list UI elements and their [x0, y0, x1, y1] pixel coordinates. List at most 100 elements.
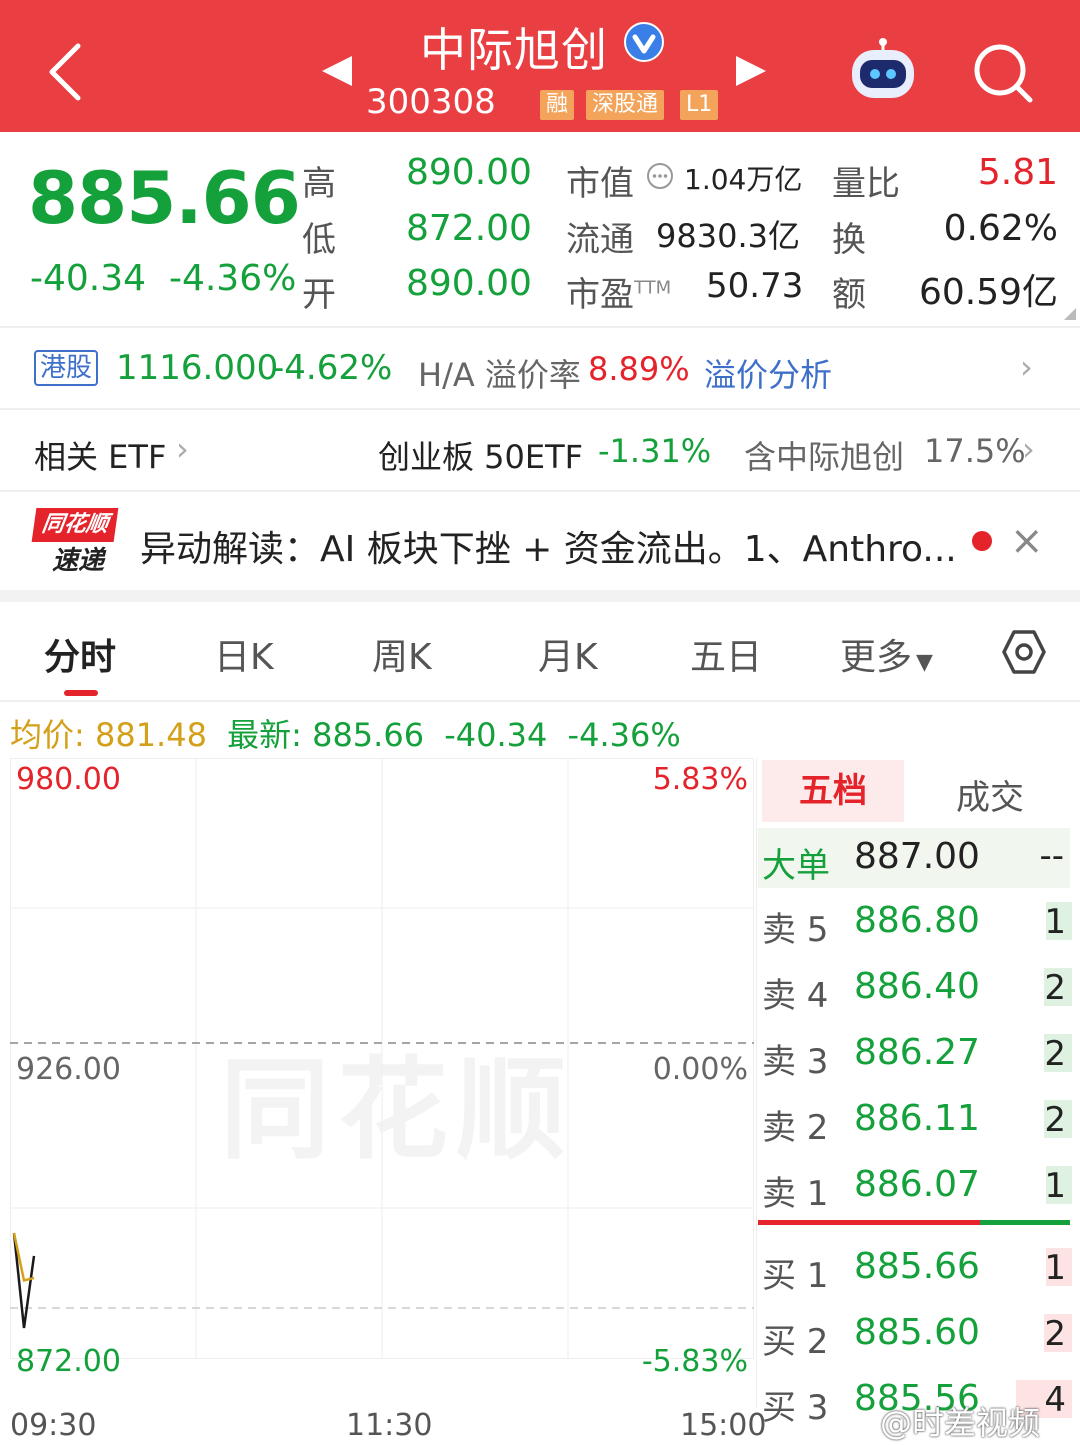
level-volume: 2	[1044, 1314, 1066, 1354]
latest-price-label: 最新:	[227, 716, 302, 754]
expand-corner-icon[interactable]	[1064, 308, 1076, 320]
level-volume: 1	[1044, 902, 1066, 942]
next-stock-icon[interactable]	[732, 52, 770, 90]
settings-icon[interactable]	[1000, 628, 1048, 676]
weibo-watermark: @时差视频	[880, 1404, 1041, 1442]
level-label: 卖 3	[762, 1042, 829, 1082]
ask-bid-split-green	[980, 1220, 1070, 1225]
logo-top: 同花顺	[31, 508, 119, 542]
tab-five-levels[interactable]: 五档	[762, 760, 904, 822]
divider	[0, 700, 1080, 702]
tab-trades[interactable]: 成交	[956, 770, 1024, 819]
low-value: 872.00	[406, 208, 532, 249]
divider	[0, 326, 1080, 328]
unread-dot	[972, 531, 992, 551]
tab-more[interactable]: 更多 ▼	[840, 628, 933, 680]
stock-code: 300308	[366, 82, 496, 122]
volume-ratio-label: 量比	[832, 164, 900, 204]
market-cap-label: 市值	[566, 164, 634, 204]
amount-label: 额	[832, 275, 866, 315]
float-cap-label: 流通	[566, 220, 634, 260]
y-axis-high-right: 5.83%	[652, 762, 748, 797]
tab-five-day[interactable]: 五日	[690, 628, 762, 680]
news-headline[interactable]: 异动解读：AI 板块下挫 + 资金流出。1、Anthro...	[140, 520, 957, 572]
x-axis-mid: 11:30	[346, 1408, 433, 1443]
etf-holding-label: 含中际旭创	[744, 438, 905, 476]
logo-bottom: 速递	[51, 546, 104, 576]
big-order-price: 887.00	[854, 836, 980, 877]
tab-active-indicator	[64, 690, 98, 696]
level-volume: 2	[1044, 1100, 1066, 1140]
current-price: 885.66	[28, 156, 301, 240]
level-label: 卖 5	[762, 910, 829, 950]
price-change: -40.34 -4.36%	[30, 258, 296, 299]
low-label: 低	[302, 220, 336, 260]
premium-label: H/A 溢价率	[418, 356, 581, 394]
big-order-label: 大单	[762, 846, 830, 886]
high-label: 高	[302, 164, 336, 204]
pe-label: 市盈TTM	[566, 267, 671, 316]
divider	[0, 490, 1080, 492]
level-price: 886.40	[854, 966, 980, 1007]
tab-daily-k[interactable]: 日K	[214, 628, 274, 680]
verified-icon	[624, 22, 664, 62]
x-axis-end: 15:00	[680, 1408, 767, 1443]
chevron-right-icon[interactable]: ›	[1022, 430, 1035, 468]
latest-price-value: 885.66	[312, 716, 425, 754]
level-price: 886.07	[854, 1164, 980, 1205]
level-price: 885.66	[854, 1246, 980, 1287]
tab-weekly-k[interactable]: 周K	[372, 628, 432, 680]
big-order-vol: --	[1039, 836, 1064, 876]
level-label: 买 2	[762, 1322, 829, 1362]
pe-label-text: 市盈	[566, 275, 634, 315]
pe-value: 50.73	[706, 266, 804, 306]
intraday-chart[interactable]	[10, 758, 754, 1408]
premium-value: 8.89%	[588, 350, 690, 388]
stock-header: 中际旭创 300308 融 深股通 L1	[0, 0, 1080, 132]
turnover-label: 换	[832, 220, 866, 260]
level-volume: 2	[1044, 968, 1066, 1008]
y-axis-low-right: -5.83%	[641, 1344, 748, 1379]
y-axis-mid-left: 926.00	[16, 1052, 121, 1087]
related-etf-label[interactable]: 相关 ETF	[34, 432, 166, 478]
float-cap-value: 9830.3亿	[656, 217, 800, 255]
tab-more-label: 更多	[840, 637, 913, 678]
avg-price-label: 均价:	[10, 716, 85, 754]
shenzhen-connect-tag: 深股通	[586, 90, 665, 120]
chart-grid	[10, 758, 754, 1359]
more-info-icon[interactable]	[646, 162, 674, 190]
market-cap-value: 1.04万亿	[684, 163, 803, 196]
ask-bid-split-red	[758, 1220, 980, 1225]
level-volume: 2	[1044, 1034, 1066, 1074]
premium-analysis-link[interactable]: 溢价分析	[704, 350, 832, 396]
price-change-pct: -4.36%	[168, 258, 297, 299]
etf-change-pct: -1.31%	[598, 432, 712, 470]
level-label: 卖 1	[762, 1174, 829, 1214]
ai-assistant-icon[interactable]	[846, 36, 920, 106]
level-price: 885.60	[854, 1312, 980, 1353]
chevron-right-icon[interactable]: ›	[176, 430, 189, 468]
level-price: 886.27	[854, 1032, 980, 1073]
level-label: 买 1	[762, 1256, 829, 1296]
tab-intraday[interactable]: 分时	[44, 628, 116, 680]
close-icon[interactable]: ×	[1010, 518, 1044, 564]
hk-change-pct: -4.62%	[272, 348, 393, 388]
ths-express-logo: 同花顺 速递	[31, 508, 119, 578]
y-axis-mid-right: 0.00%	[652, 1052, 748, 1087]
hk-badge: 港股	[34, 350, 98, 386]
prev-stock-icon[interactable]	[318, 52, 356, 90]
search-icon[interactable]	[970, 40, 1036, 106]
open-label: 开	[302, 275, 336, 315]
chevron-right-icon[interactable]: ›	[1020, 348, 1033, 386]
high-value: 890.00	[406, 152, 532, 193]
back-arrow-icon[interactable]	[40, 40, 96, 104]
level-volume: 4	[1044, 1380, 1066, 1420]
etf-name[interactable]: 创业板 50ETF	[378, 432, 583, 478]
level-label: 买 3	[762, 1388, 829, 1428]
tab-monthly-k[interactable]: 月K	[538, 628, 598, 680]
price-change-value: -40.34	[30, 258, 147, 299]
pe-ttm-sup: TTM	[634, 277, 672, 299]
chart-info-line: 均价: 881.48 最新: 885.66 -40.34 -4.36%	[10, 710, 681, 756]
avg-price-value: 881.48	[94, 716, 207, 754]
y-axis-high-left: 980.00	[16, 762, 121, 797]
